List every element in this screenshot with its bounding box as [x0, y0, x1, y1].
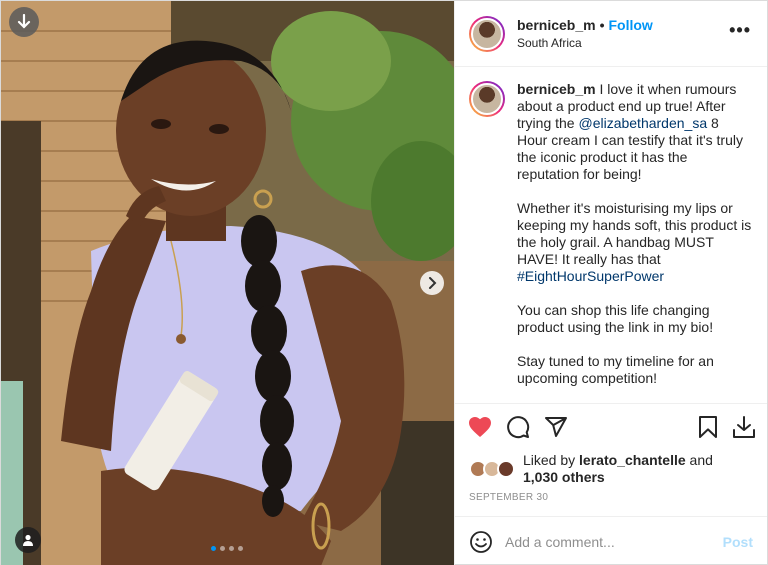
more-options-icon[interactable]: •••	[729, 21, 751, 39]
post-photo[interactable]	[1, 1, 454, 565]
download-button[interactable]	[731, 414, 757, 440]
chevron-right-icon	[429, 277, 437, 289]
carousel-dot	[229, 546, 234, 551]
save-button[interactable]	[695, 414, 721, 440]
bookmark-icon	[699, 416, 717, 438]
location-link[interactable]: South Africa	[517, 36, 653, 50]
post-photo-image	[1, 1, 454, 565]
post-details-panel: berniceb_m • Follow South Africa ••• ber…	[454, 1, 767, 565]
caption-text: You can shop this life changing product …	[517, 302, 714, 335]
carousel-next-button[interactable]	[420, 271, 444, 295]
mention-link[interactable]: @elizabetharden_sa	[578, 115, 707, 131]
caption-text: Stay tuned to my timeline for an upcomin…	[517, 353, 714, 386]
instagram-post: berniceb_m • Follow South Africa ••• ber…	[0, 0, 768, 565]
post-date[interactable]: SEPTEMBER 30	[455, 488, 767, 516]
carousel-dot	[220, 546, 225, 551]
hashtag-link[interactable]: #EightHourSuperPower	[517, 268, 664, 284]
post-comment-button[interactable]: Post	[723, 534, 753, 550]
separator-dot: •	[599, 17, 605, 33]
comment-bar: Post	[455, 516, 767, 565]
carousel-dot	[238, 546, 243, 551]
like-button[interactable]	[467, 414, 493, 440]
action-bar	[455, 404, 767, 450]
photo-download-button[interactable]	[9, 7, 39, 37]
carousel-indicator	[211, 546, 243, 551]
header-username[interactable]: berniceb_m	[517, 17, 596, 33]
liker-avatars[interactable]	[469, 460, 517, 478]
emoji-icon[interactable]	[469, 530, 493, 554]
person-icon	[23, 534, 33, 546]
comment-button[interactable]	[505, 414, 531, 440]
share-button[interactable]	[543, 414, 569, 440]
post-header: berniceb_m • Follow South Africa •••	[455, 1, 767, 67]
tagged-users-button[interactable]	[15, 527, 41, 553]
heart-filled-icon	[469, 417, 491, 437]
arrow-down-icon	[17, 14, 31, 29]
likes-summary: Liked by lerato_chantelle and 1,030 othe…	[455, 450, 767, 488]
others-count[interactable]: 1,030 others	[523, 469, 605, 485]
share-icon	[545, 417, 567, 437]
caption-text: Whether it's moisturising my lips or kee…	[517, 200, 752, 267]
liked-by-label: Liked by	[523, 452, 576, 468]
comment-icon	[507, 416, 530, 439]
liked-by-and: and	[689, 452, 713, 468]
follow-button[interactable]: Follow	[609, 17, 653, 33]
carousel-dot	[211, 546, 216, 551]
caption-username[interactable]: berniceb_m	[517, 81, 596, 97]
caption: berniceb_m I love it when rumours about …	[455, 67, 767, 404]
avatar[interactable]	[469, 81, 505, 117]
avatar[interactable]	[469, 15, 505, 52]
comment-input[interactable]	[505, 533, 723, 550]
liker-username[interactable]: lerato_chantelle	[579, 452, 686, 468]
download-icon	[733, 416, 755, 438]
avatar	[497, 460, 515, 478]
